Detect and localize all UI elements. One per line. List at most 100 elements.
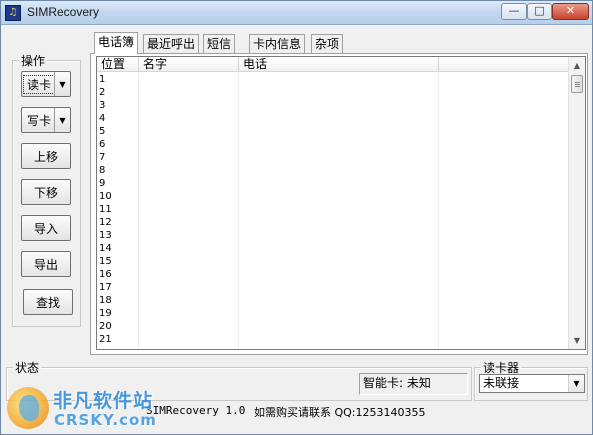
table-row[interactable]: 8: [97, 164, 569, 177]
cell-position: 15: [99, 256, 112, 267]
cell-phone: [239, 177, 437, 190]
cell-position: 1: [99, 74, 106, 85]
reader-select[interactable]: 未联接 ▼: [479, 374, 585, 393]
move-down-button[interactable]: 下移: [21, 179, 71, 205]
chevron-down-icon[interactable]: ▼: [54, 72, 70, 96]
smart-card-status: 智能卡: 未知: [359, 373, 468, 395]
close-button[interactable]: ✕: [552, 3, 589, 20]
table-row[interactable]: 17: [97, 281, 569, 294]
status-group-label: 状态: [13, 359, 42, 376]
column-header-position[interactable]: 位置: [97, 57, 139, 72]
minimize-button[interactable]: —: [501, 3, 527, 20]
cell-phone: [239, 307, 437, 320]
cell-phone: [239, 73, 437, 86]
table-row[interactable]: 20: [97, 320, 569, 333]
table-row[interactable]: 3: [97, 99, 569, 112]
crsky-watermark-logo: 非凡软件站 CRSKY.com: [7, 384, 177, 434]
list-body: 1 2 3 4 5 6 7 8 9 10 11 12 13 14 15 16 17 18 19 20 21: [97, 73, 569, 346]
cell-name: [139, 229, 237, 242]
column-header-phone[interactable]: 电话: [239, 57, 439, 72]
cell-name: [139, 112, 237, 125]
table-row[interactable]: 16: [97, 268, 569, 281]
tab-card-info[interactable]: 卡内信息: [249, 34, 306, 53]
cell-phone: [239, 242, 437, 255]
cell-phone: [239, 268, 437, 281]
cell-name: [139, 307, 237, 320]
cell-position: 7: [99, 152, 106, 163]
cell-position: 12: [99, 217, 112, 228]
list-header: 位置 名字 电话: [97, 57, 569, 72]
watermark-chinese-text: 非凡软件站: [53, 390, 154, 412]
table-row[interactable]: 12: [97, 216, 569, 229]
move-up-button[interactable]: 上移: [21, 143, 71, 169]
operations-group-label: 操作: [19, 52, 48, 69]
cell-position: 10: [99, 191, 112, 202]
cell-phone: [239, 125, 437, 138]
thumb-grip: [575, 82, 580, 83]
cell-phone: [239, 138, 437, 151]
table-row[interactable]: 19: [97, 307, 569, 320]
table-row[interactable]: 4: [97, 112, 569, 125]
phonebook-list[interactable]: 位置 名字 电话 1 2 3 4 5 6 7 8 9 10 11 12 13 14 15 16 17 18 19 20…: [96, 56, 586, 350]
chevron-down-icon[interactable]: ▼: [568, 375, 584, 392]
cell-position: 19: [99, 308, 112, 319]
read-card-button[interactable]: 读卡 ▼: [21, 71, 71, 97]
chevron-down-icon[interactable]: ▼: [54, 108, 70, 132]
tab-misc[interactable]: 杂项: [311, 34, 344, 53]
tab-sms[interactable]: 短信: [203, 34, 236, 53]
table-row[interactable]: 14: [97, 242, 569, 255]
scroll-down-arrow-icon[interactable]: ▼: [569, 332, 585, 349]
table-row[interactable]: 6: [97, 138, 569, 151]
import-button[interactable]: 导入: [21, 215, 71, 241]
table-row[interactable]: 1: [97, 73, 569, 86]
find-button[interactable]: 查找: [23, 289, 73, 315]
export-button[interactable]: 导出: [21, 251, 71, 277]
thumb-grip: [575, 86, 580, 87]
cell-position: 6: [99, 139, 106, 150]
sim-card-icon: ♫: [5, 5, 21, 21]
table-row[interactable]: 18: [97, 294, 569, 307]
window-title: SIMRecovery: [27, 5, 100, 19]
table-row[interactable]: 5: [97, 125, 569, 138]
table-row[interactable]: 11: [97, 203, 569, 216]
cell-name: [139, 73, 237, 86]
cell-name: [139, 294, 237, 307]
cell-phone: [239, 333, 437, 346]
cell-phone: [239, 255, 437, 268]
table-row[interactable]: 21: [97, 333, 569, 346]
scroll-up-arrow-icon[interactable]: ▲: [569, 57, 585, 74]
tab-phonebook[interactable]: 电话簿: [94, 32, 139, 54]
column-header-extra[interactable]: [439, 57, 569, 72]
cell-name: [139, 151, 237, 164]
cell-name: [139, 99, 237, 112]
cell-position: 17: [99, 282, 112, 293]
table-row[interactable]: 13: [97, 229, 569, 242]
cell-position: 14: [99, 243, 112, 254]
table-row[interactable]: 7: [97, 151, 569, 164]
cell-position: 20: [99, 321, 112, 332]
crsky-logo-icon: [7, 387, 49, 429]
maximize-button[interactable]: □: [527, 3, 552, 20]
reader-select-value: 未联接: [483, 376, 520, 390]
cell-phone: [239, 216, 437, 229]
cell-position: 16: [99, 269, 112, 280]
table-row[interactable]: 9: [97, 177, 569, 190]
write-card-button[interactable]: 写卡 ▼: [21, 107, 71, 133]
table-row[interactable]: 2: [97, 86, 569, 99]
cell-phone: [239, 164, 437, 177]
cell-phone: [239, 112, 437, 125]
scroll-thumb[interactable]: [571, 75, 583, 93]
table-row[interactable]: 15: [97, 255, 569, 268]
cell-phone: [239, 190, 437, 203]
cell-position: 18: [99, 295, 112, 306]
cell-position: 9: [99, 178, 106, 189]
cell-name: [139, 203, 237, 216]
title-bar[interactable]: ♫ SIMRecovery — □ ✕: [1, 1, 592, 25]
tab-recent-calls[interactable]: 最近呼出: [143, 34, 200, 53]
cell-phone: [239, 320, 437, 333]
table-row[interactable]: 10: [97, 190, 569, 203]
vertical-scrollbar[interactable]: ▲ ▼: [568, 57, 585, 349]
cell-phone: [239, 151, 437, 164]
cell-position: 3: [99, 100, 106, 111]
column-header-name[interactable]: 名字: [139, 57, 239, 72]
